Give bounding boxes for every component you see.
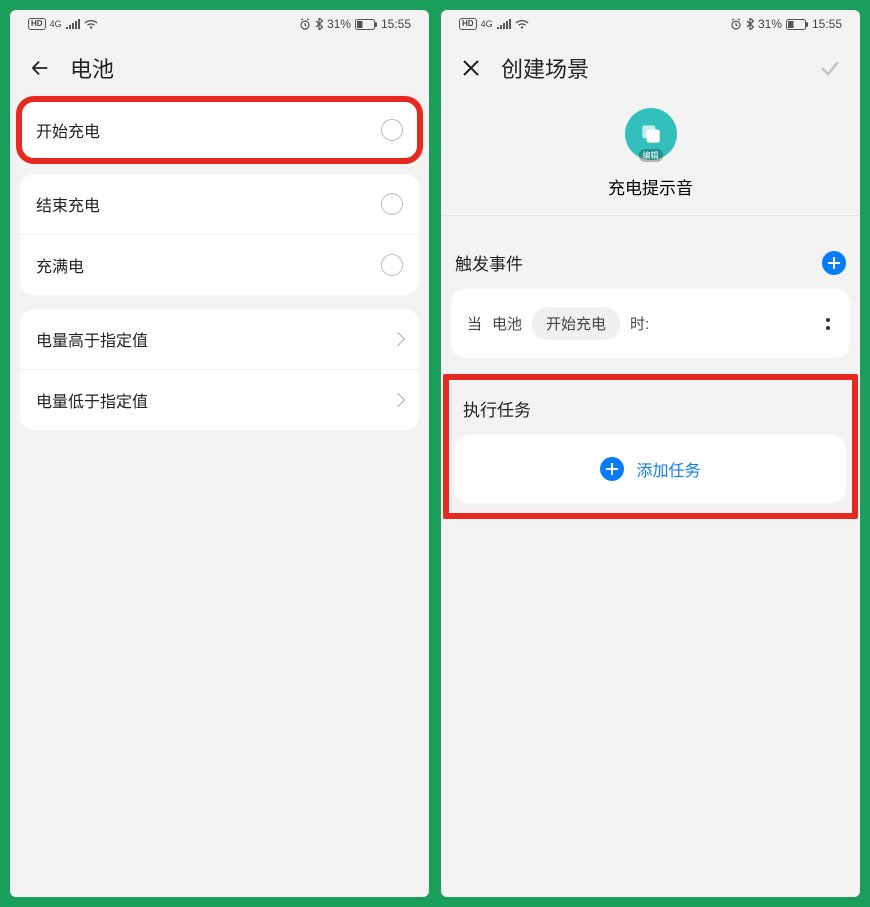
back-icon[interactable] — [28, 56, 52, 80]
status-bar: HD 4G 31% 15:55 — [441, 10, 860, 38]
battery-icon — [786, 19, 808, 30]
section-label: 触发事件 — [455, 250, 822, 275]
scene-name[interactable]: 充电提示音 — [441, 174, 860, 199]
option-label: 开始充电 — [36, 118, 381, 142]
option-label: 结束充电 — [36, 192, 381, 216]
option-label: 充满电 — [36, 253, 381, 277]
clock-time: 15:55 — [381, 17, 411, 31]
nav-row[interactable]: 电量低于指定值 — [20, 369, 419, 430]
nav-row[interactable]: 电量高于指定值 — [20, 309, 419, 369]
wifi-icon — [84, 19, 98, 29]
divider — [441, 215, 860, 216]
plus-icon — [827, 256, 841, 270]
net-icon: 4G — [50, 19, 62, 29]
clock-time: 15:55 — [812, 17, 842, 31]
task-section-highlight: 执行任务 添加任务 — [443, 374, 858, 519]
confirm-icon[interactable] — [818, 56, 842, 80]
signal-icon — [66, 19, 80, 29]
header-left: 电池 — [10, 38, 429, 100]
trigger-row[interactable]: 当 电池 开始充电 时: — [451, 289, 850, 358]
copy-icon — [638, 121, 664, 147]
radio-icon[interactable] — [381, 254, 403, 276]
option-row[interactable]: 结束充电 — [20, 174, 419, 234]
bluetooth-icon — [746, 18, 754, 30]
scene-avatar[interactable]: 编辑 — [625, 108, 677, 160]
header-right: 创建场景 — [441, 38, 860, 100]
plus-icon — [600, 457, 624, 481]
option-row[interactable]: 充满电 — [20, 234, 419, 295]
battery-pct: 31% — [758, 17, 782, 31]
trigger-value-pill[interactable]: 开始充电 — [532, 307, 620, 340]
page-title: 电池 — [70, 52, 114, 84]
add-task-button[interactable]: 添加任务 — [455, 435, 846, 503]
task-section-header: 执行任务 — [449, 380, 852, 435]
chevron-right-icon — [391, 393, 405, 407]
net-icon: 4G — [481, 19, 493, 29]
bluetooth-icon — [315, 18, 323, 30]
battery-pct: 31% — [327, 17, 351, 31]
add-trigger-button[interactable] — [822, 251, 846, 275]
radio-icon[interactable] — [381, 119, 403, 141]
close-icon[interactable] — [459, 56, 483, 80]
hd-icon: HD — [459, 18, 477, 30]
alarm-icon — [730, 18, 742, 30]
phone-right: HD 4G 31% 15:55 创建场景 编辑 充电提示音 触发 — [441, 10, 860, 897]
page-title: 创建场景 — [501, 52, 589, 84]
option-row[interactable]: 开始充电 — [20, 100, 419, 160]
nav-label: 电量高于指定值 — [36, 327, 393, 351]
phone-left: HD 4G 31% 15:55 电池 开始充电 结束充电 — [10, 10, 429, 897]
edit-badge[interactable]: 编辑 — [639, 149, 663, 162]
hd-icon: HD — [28, 18, 46, 30]
trigger-section-header: 触发事件 — [441, 228, 860, 289]
status-bar: HD 4G 31% 15:55 — [10, 10, 429, 38]
trigger-prefix: 当 — [467, 313, 482, 334]
add-task-label: 添加任务 — [636, 457, 700, 481]
alarm-icon — [299, 18, 311, 30]
trigger-suffix: 时: — [630, 313, 649, 334]
nav-label: 电量低于指定值 — [36, 388, 393, 412]
chevron-right-icon — [391, 332, 405, 346]
section-label: 执行任务 — [463, 396, 838, 421]
more-icon[interactable] — [826, 318, 834, 330]
trigger-subject: 电池 — [492, 313, 522, 334]
battery-icon — [355, 19, 377, 30]
wifi-icon — [515, 19, 529, 29]
signal-icon — [497, 19, 511, 29]
radio-icon[interactable] — [381, 193, 403, 215]
